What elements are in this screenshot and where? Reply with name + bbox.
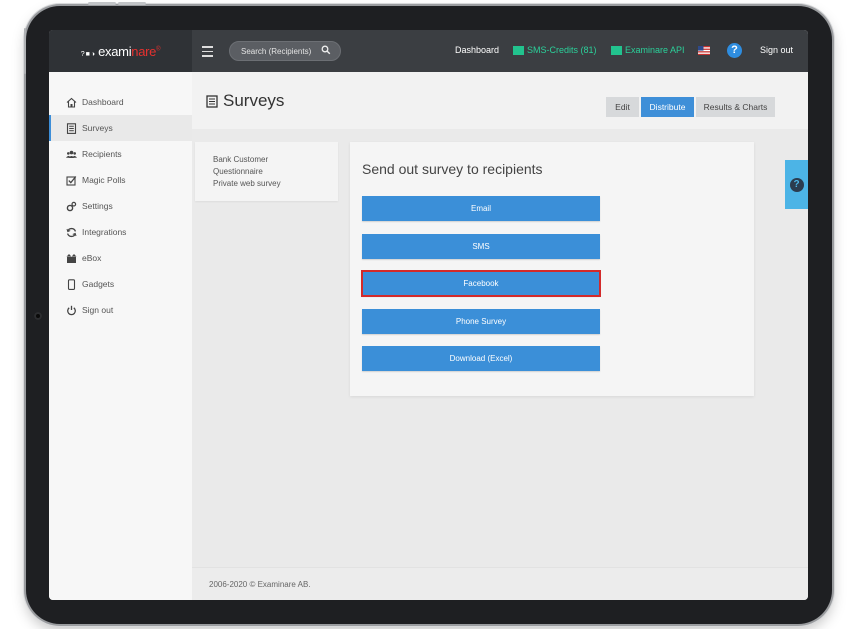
download-excel-button[interactable]: Download (Excel) bbox=[362, 346, 600, 371]
power-icon bbox=[67, 305, 76, 315]
api-icon bbox=[611, 45, 622, 55]
examinare-api-link[interactable]: Examinare API bbox=[611, 45, 685, 55]
page-title: Surveys bbox=[206, 91, 284, 111]
distribute-card: Send out survey to recipients Email SMS … bbox=[350, 142, 754, 396]
logo-area[interactable]: ?■◑ examinare® bbox=[49, 30, 192, 72]
sidebar-item-sign-out[interactable]: Sign out bbox=[49, 297, 192, 323]
tablet-top-button bbox=[118, 2, 146, 5]
device-icon bbox=[67, 278, 76, 290]
home-icon bbox=[66, 97, 77, 108]
menu-toggle-icon[interactable] bbox=[202, 43, 214, 57]
sidebar-item-dashboard[interactable]: Dashboard bbox=[49, 89, 192, 115]
nav-dashboard-link[interactable]: Dashboard bbox=[455, 45, 499, 55]
survey-list: Bank Customer Questionnaire Private web … bbox=[195, 142, 338, 201]
sidebar-item-magic-polls[interactable]: Magic Polls bbox=[49, 167, 192, 193]
tablet-camera bbox=[34, 312, 42, 320]
email-button[interactable]: Email bbox=[362, 196, 600, 221]
examinare-logo: ?■◑ examinare® bbox=[80, 43, 161, 59]
survey-list-item[interactable]: Bank Customer bbox=[213, 154, 338, 166]
screen: ?■◑examinare® Dashboard SMS-Credits (81)… bbox=[49, 30, 808, 600]
survey-list-item[interactable]: Questionnaire bbox=[213, 166, 338, 178]
footer: 2006-2020 © Examinare AB. bbox=[192, 567, 808, 600]
sync-icon bbox=[66, 227, 77, 237]
sms-credits-link[interactable]: SMS-Credits (81) bbox=[513, 45, 597, 55]
help-icon[interactable]: ? bbox=[727, 43, 742, 58]
sms-button[interactable]: SMS bbox=[362, 234, 600, 259]
gear-icon bbox=[66, 201, 77, 211]
inbox-icon bbox=[66, 253, 77, 263]
users-icon bbox=[66, 150, 77, 158]
help-tab[interactable]: ? bbox=[785, 160, 808, 209]
checkbox-icon bbox=[66, 175, 77, 186]
sidebar-item-surveys[interactable]: Surveys bbox=[49, 115, 192, 141]
us-flag-icon[interactable] bbox=[698, 46, 710, 55]
copyright-text: 2006-2020 © Examinare AB. bbox=[209, 580, 311, 589]
distribute-title: Send out survey to recipients bbox=[362, 161, 543, 177]
top-navbar: ?■◑examinare® Dashboard SMS-Credits (81)… bbox=[49, 30, 808, 72]
sidebar-item-integrations[interactable]: Integrations bbox=[49, 219, 192, 245]
sidebar-item-ebox[interactable]: eBox bbox=[49, 245, 192, 271]
sidebar: Dashboard Surveys Recipients Magic Polls… bbox=[49, 72, 192, 600]
facebook-button[interactable]: Facebook bbox=[361, 270, 601, 297]
sms-icon bbox=[513, 45, 524, 55]
tab-distribute[interactable]: Distribute bbox=[641, 97, 694, 117]
tablet-top-button bbox=[88, 2, 116, 5]
survey-icon bbox=[206, 94, 218, 108]
sidebar-item-settings[interactable]: Settings bbox=[49, 193, 192, 219]
tab-edit[interactable]: Edit bbox=[606, 97, 639, 117]
help-icon: ? bbox=[789, 177, 804, 192]
tab-results-charts[interactable]: Results & Charts bbox=[696, 97, 775, 117]
tablet-side-button bbox=[24, 28, 26, 74]
survey-list-item[interactable]: Private web survey bbox=[213, 178, 338, 190]
phone-survey-button[interactable]: Phone Survey bbox=[362, 309, 600, 334]
sidebar-item-gadgets[interactable]: Gadgets bbox=[49, 271, 192, 297]
search-icon[interactable] bbox=[321, 45, 331, 55]
signout-link[interactable]: Sign out bbox=[760, 45, 793, 55]
survey-icon bbox=[66, 122, 77, 134]
sidebar-item-recipients[interactable]: Recipients bbox=[49, 141, 192, 167]
